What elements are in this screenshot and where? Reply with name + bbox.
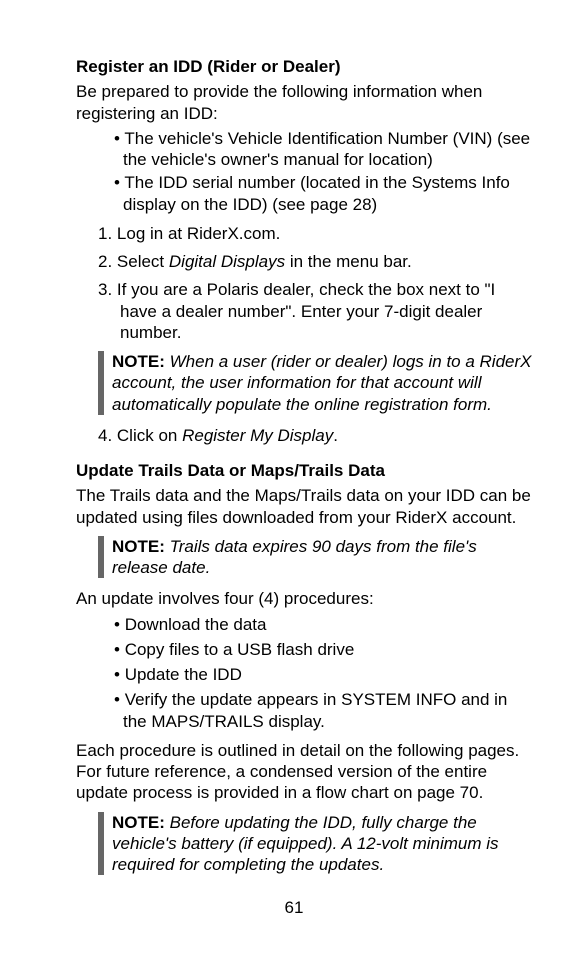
list-item: Copy files to a USB flash drive <box>114 639 534 660</box>
intro-text: Be prepared to provide the following inf… <box>76 81 534 124</box>
note-label: NOTE: <box>112 537 170 556</box>
list-item: 2. Select Digital Displays in the menu b… <box>98 251 534 272</box>
step-number: 2. <box>98 252 117 271</box>
step-text: Click on <box>117 426 182 445</box>
list-item: Download the data <box>114 614 534 635</box>
note-content: NOTE: Trails data expires 90 days from t… <box>112 536 534 579</box>
note-block: NOTE: Trails data expires 90 days from t… <box>98 536 534 579</box>
note-bar <box>98 812 104 876</box>
note-block: NOTE: Before updating the IDD, fully cha… <box>98 812 534 876</box>
step-text: in the menu bar. <box>285 252 412 271</box>
list-item: 4. Click on Register My Display. <box>98 425 534 446</box>
list-item: 1. Log in at RiderX.com. <box>98 223 534 244</box>
proc-intro: An update involves four (4) procedures: <box>76 588 534 609</box>
list-item: The vehicle's Vehicle Identification Num… <box>114 128 534 171</box>
step-text: Select <box>117 252 169 271</box>
page-number: 61 <box>0 897 588 918</box>
step-text-italic: Digital Displays <box>169 252 285 271</box>
step-text: . <box>333 426 338 445</box>
note-text: Before updating the IDD, fully charge th… <box>112 813 499 875</box>
list-item: 3. If you are a Polaris dealer, check th… <box>98 279 534 343</box>
note-block: NOTE: When a user (rider or dealer) logs… <box>98 351 534 415</box>
step-number: 3. <box>98 280 117 299</box>
step-text-italic: Register My Display <box>182 426 333 445</box>
outro-text: Each procedure is outlined in detail on … <box>76 740 534 804</box>
intro-text: The Trails data and the Maps/Trails data… <box>76 485 534 528</box>
step-text: Log in at RiderX.com. <box>117 224 280 243</box>
register-steps: 1. Log in at RiderX.com. 2. Select Digit… <box>98 223 534 343</box>
step-number: 1. <box>98 224 117 243</box>
list-item: Verify the update appears in SYSTEM INFO… <box>114 689 534 732</box>
prep-bullet-list: The vehicle's Vehicle Identification Num… <box>114 128 534 215</box>
note-content: NOTE: Before updating the IDD, fully cha… <box>112 812 534 876</box>
section-heading-update: Update Trails Data or Maps/Trails Data <box>76 460 534 481</box>
step-number: 4. <box>98 426 117 445</box>
note-text: When a user (rider or dealer) logs in to… <box>112 352 532 414</box>
note-bar <box>98 351 104 415</box>
step-text: If you are a Polaris dealer, check the b… <box>117 280 495 342</box>
note-label: NOTE: <box>112 352 170 371</box>
list-item: Update the IDD <box>114 664 534 685</box>
proc-bullet-list: Download the data Copy files to a USB fl… <box>114 614 534 732</box>
note-label: NOTE: <box>112 813 170 832</box>
register-steps-continued: 4. Click on Register My Display. <box>98 425 534 446</box>
list-item: The IDD serial number (located in the Sy… <box>114 172 534 215</box>
section-heading-register: Register an IDD (Rider or Dealer) <box>76 56 534 77</box>
note-bar <box>98 536 104 579</box>
note-content: NOTE: When a user (rider or dealer) logs… <box>112 351 534 415</box>
